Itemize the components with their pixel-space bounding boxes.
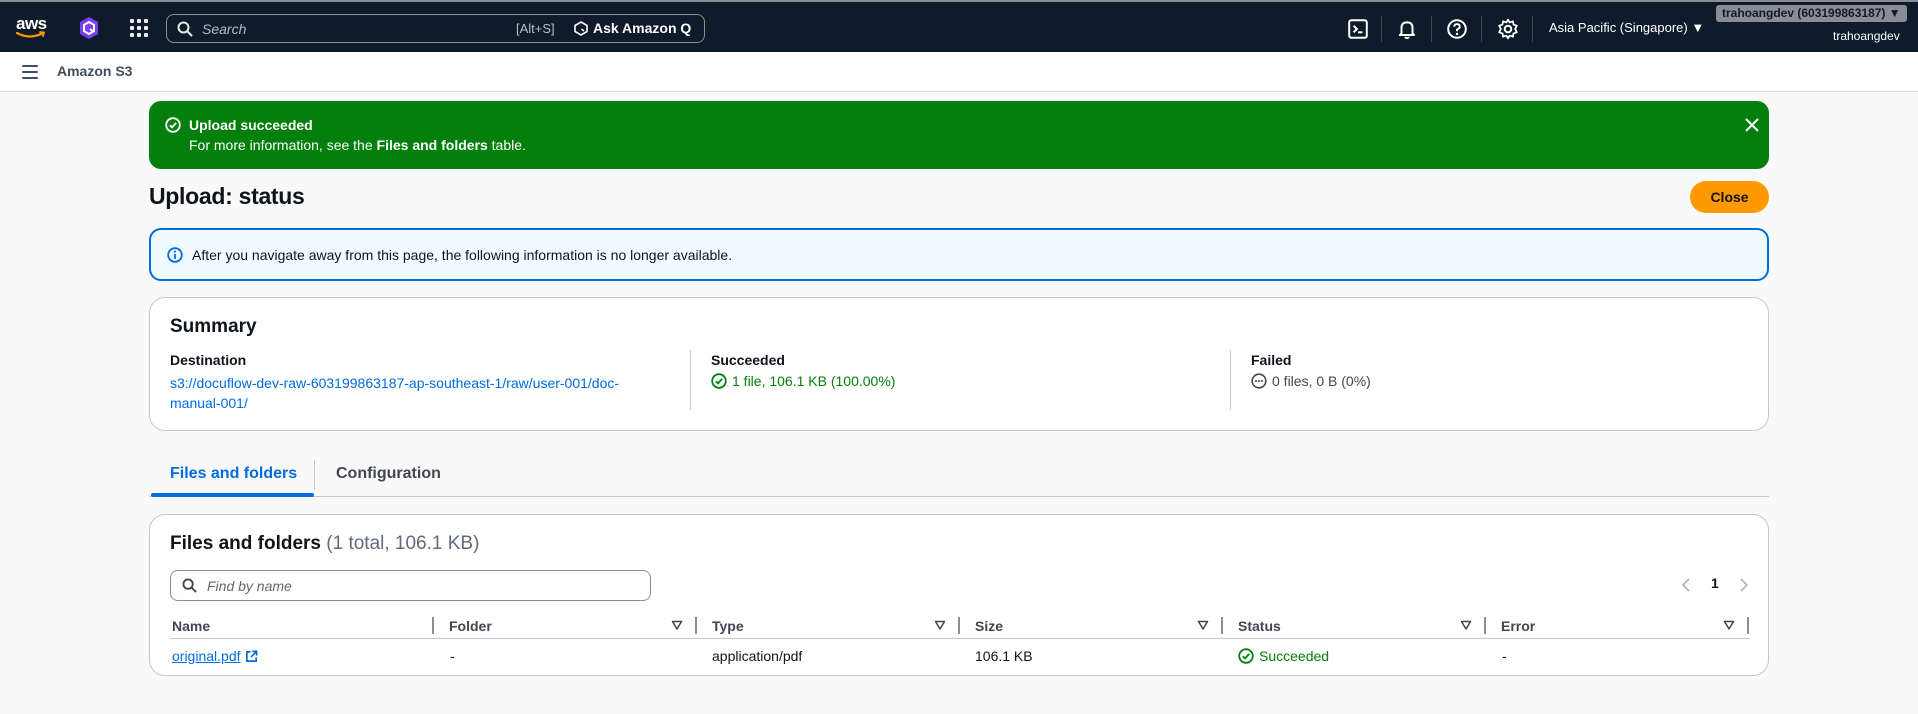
column-resizer[interactable] [432, 617, 434, 634]
succeeded-column: Succeeded 1 file, 106.1 KB (100.00%) [711, 352, 895, 389]
help-icon[interactable] [1446, 18, 1468, 40]
account-user[interactable]: trahoangdev [1833, 29, 1900, 43]
find-by-name-input[interactable] [207, 576, 637, 596]
success-flash: Upload succeeded For more information, s… [149, 101, 1769, 169]
column-resizer[interactable] [1221, 617, 1223, 634]
column-resizer[interactable] [958, 617, 960, 634]
current-page[interactable]: 1 [1711, 575, 1719, 591]
global-search[interactable]: Search [Alt+S] Ask Amazon Q [166, 14, 705, 43]
close-button[interactable]: Close [1690, 181, 1769, 213]
aws-logo[interactable]: aws [16, 14, 50, 40]
succeeded-label: Succeeded [711, 352, 785, 368]
column-header-status[interactable]: Status [1238, 618, 1281, 634]
succeeded-value: 1 file, 106.1 KB (100.00%) [711, 373, 895, 389]
ask-amazon-q-button[interactable]: Ask Amazon Q [574, 20, 691, 36]
status-pending-icon [1251, 373, 1267, 389]
destination-label: Destination [170, 352, 247, 368]
success-check-icon [711, 373, 727, 389]
destination-link[interactable]: s3://docuflow-dev-raw-603199863187-ap-so… [170, 375, 619, 411]
files-count: (1 total, 106.1 KB) [326, 533, 480, 554]
sort-caret-icon[interactable] [1460, 619, 1472, 631]
files-title: Files and folders (1 total, 106.1 KB) [170, 533, 480, 554]
table-header: Name Folder Type Size Status Error [170, 615, 1750, 639]
column-header-type[interactable]: Type [712, 618, 744, 634]
failed-column: Failed 0 files, 0 B (0%) [1251, 352, 1371, 389]
cell-name: original.pdf [172, 648, 258, 664]
search-shortcut: [Alt+S] [516, 21, 555, 36]
pagination: 1 [1679, 573, 1759, 597]
ask-amazon-q-label: Ask Amazon Q [593, 20, 692, 36]
account-badge[interactable]: trahoangdev (603199863187) ▼ [1716, 5, 1907, 22]
amazon-q-small-icon [574, 20, 588, 36]
cloudshell-icon[interactable] [1347, 18, 1369, 40]
service-bar: Amazon S3 [0, 52, 1918, 92]
file-link[interactable]: original.pdf [172, 648, 258, 664]
nav-divider [1532, 16, 1533, 42]
tab-configuration[interactable]: Configuration [336, 465, 441, 483]
nav-divider [1381, 16, 1382, 42]
region-selector[interactable]: Asia Pacific (Singapore) ▼ [1549, 20, 1704, 35]
column-header-size[interactable]: Size [975, 618, 1003, 634]
find-by-name-field[interactable] [170, 570, 651, 601]
chevron-left-icon[interactable] [1679, 577, 1693, 593]
cell-status: Succeeded [1238, 648, 1329, 664]
nav-divider [1481, 16, 1482, 42]
external-link-icon [245, 650, 257, 662]
search-icon [177, 21, 193, 37]
failed-value: 0 files, 0 B (0%) [1251, 373, 1371, 389]
column-resizer[interactable] [695, 617, 697, 634]
hamburger-menu-icon[interactable] [22, 65, 38, 79]
page-title: Upload: status [149, 183, 305, 209]
tab-list: Files and folders Configuration [149, 455, 1769, 497]
flash-title: Upload succeeded [189, 117, 313, 133]
cell-size: 106.1 KB [975, 648, 1033, 664]
column-divider [690, 350, 691, 410]
notifications-bell-icon[interactable] [1396, 18, 1418, 40]
files-panel: Files and folders (1 total, 106.1 KB) 1 … [149, 514, 1769, 676]
summary-title: Summary [170, 316, 257, 337]
table-row: original.pdf - application/pdf 106.1 KB … [170, 645, 1750, 669]
column-header-folder[interactable]: Folder [449, 618, 492, 634]
column-divider [1230, 350, 1231, 410]
column-header-error[interactable]: Error [1501, 618, 1535, 634]
flash-message: For more information, see the Files and … [189, 137, 526, 153]
active-tab-indicator [151, 493, 314, 497]
cell-error: - [1502, 648, 1507, 664]
info-icon [167, 247, 183, 263]
failed-label: Failed [1251, 352, 1292, 368]
sort-caret-icon[interactable] [1197, 619, 1209, 631]
column-header-name[interactable]: Name [172, 618, 210, 634]
service-name[interactable]: Amazon S3 [57, 63, 132, 79]
sort-caret-icon[interactable] [671, 619, 683, 631]
column-resizer[interactable] [1747, 617, 1749, 634]
success-check-icon [1238, 648, 1254, 664]
nav-divider [1431, 16, 1432, 42]
top-navigation: aws Search [Alt+S] Ask Amazon Q Asia Pac… [0, 0, 1918, 52]
info-alert: After you navigate away from this page, … [149, 228, 1769, 281]
cell-folder: - [450, 648, 455, 664]
check-circle-icon [165, 117, 181, 133]
sort-caret-icon[interactable] [934, 619, 946, 631]
search-placeholder: Search [202, 21, 247, 37]
settings-gear-icon[interactable] [1497, 18, 1519, 40]
amazon-q-icon[interactable] [78, 16, 100, 40]
tab-files-and-folders[interactable]: Files and folders [170, 465, 297, 483]
cell-type: application/pdf [712, 648, 803, 664]
flash-message-bold: Files and folders [376, 137, 488, 153]
services-grid-icon[interactable] [130, 19, 148, 37]
chevron-right-icon[interactable] [1737, 577, 1751, 593]
summary-panel: Summary Destination s3://docuflow-dev-ra… [149, 297, 1769, 431]
search-icon [182, 578, 197, 593]
close-icon[interactable] [1744, 117, 1760, 133]
info-alert-text: After you navigate away from this page, … [192, 247, 733, 263]
tab-divider [314, 460, 315, 490]
sort-caret-icon[interactable] [1723, 619, 1735, 631]
destination-column: Destination s3://docuflow-dev-raw-603199… [170, 352, 619, 413]
column-resizer[interactable] [1484, 617, 1486, 634]
